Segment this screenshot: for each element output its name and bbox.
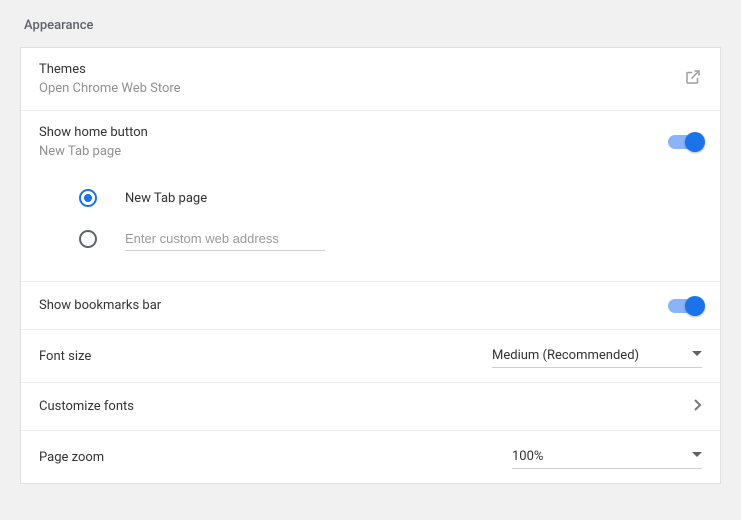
chevron-right-icon	[694, 399, 702, 415]
toggle-knob	[685, 296, 705, 316]
radio-option-custom[interactable]	[39, 217, 702, 261]
customize-fonts-row[interactable]: Customize fonts	[21, 383, 720, 431]
external-link-icon	[684, 68, 702, 90]
page-zoom-value: 100%	[512, 449, 543, 464]
page-zoom-row: Page zoom 100%	[21, 431, 720, 483]
home-button-label: Show home button	[39, 125, 148, 140]
font-size-row: Font size Medium (Recommended)	[21, 330, 720, 383]
bookmarks-bar-row: Show bookmarks bar	[21, 282, 720, 330]
bookmarks-bar-toggle[interactable]	[668, 299, 702, 313]
themes-label: Themes	[39, 62, 181, 77]
page-zoom-select[interactable]: 100%	[512, 445, 702, 469]
customize-fonts-label: Customize fonts	[39, 399, 134, 414]
dropdown-arrow-icon	[692, 449, 702, 464]
toggle-knob	[685, 132, 705, 152]
section-title: Appearance	[20, 0, 721, 47]
radio-new-tab-label: New Tab page	[125, 191, 207, 206]
page-zoom-label: Page zoom	[39, 450, 104, 465]
appearance-card: Themes Open Chrome Web Store Show home b…	[20, 47, 721, 484]
home-button-toggle[interactable]	[668, 135, 702, 149]
themes-row[interactable]: Themes Open Chrome Web Store	[21, 48, 720, 111]
bookmarks-bar-label: Show bookmarks bar	[39, 298, 161, 313]
font-size-label: Font size	[39, 349, 91, 364]
font-size-select[interactable]: Medium (Recommended)	[492, 344, 702, 368]
font-size-value: Medium (Recommended)	[492, 348, 639, 363]
home-button-row: Show home button New Tab page	[21, 111, 720, 173]
radio-option-new-tab[interactable]: New Tab page	[39, 179, 702, 217]
radio-selected-icon	[79, 189, 97, 207]
home-button-options: New Tab page	[21, 173, 720, 282]
home-button-sublabel: New Tab page	[39, 144, 148, 159]
radio-unselected-icon	[79, 230, 97, 248]
dropdown-arrow-icon	[692, 348, 702, 363]
custom-address-input[interactable]	[125, 227, 325, 251]
themes-sublabel: Open Chrome Web Store	[39, 81, 181, 96]
